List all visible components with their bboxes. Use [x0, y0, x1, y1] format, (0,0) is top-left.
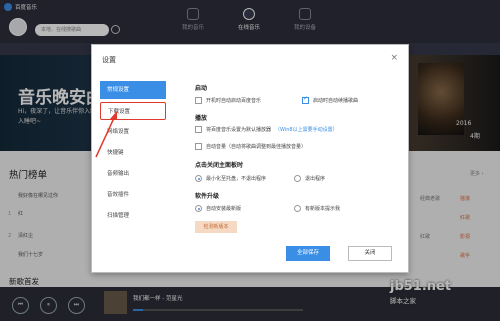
arrow-head	[110, 111, 117, 120]
arrow-line	[95, 117, 115, 158]
annotation-arrow	[95, 111, 117, 158]
